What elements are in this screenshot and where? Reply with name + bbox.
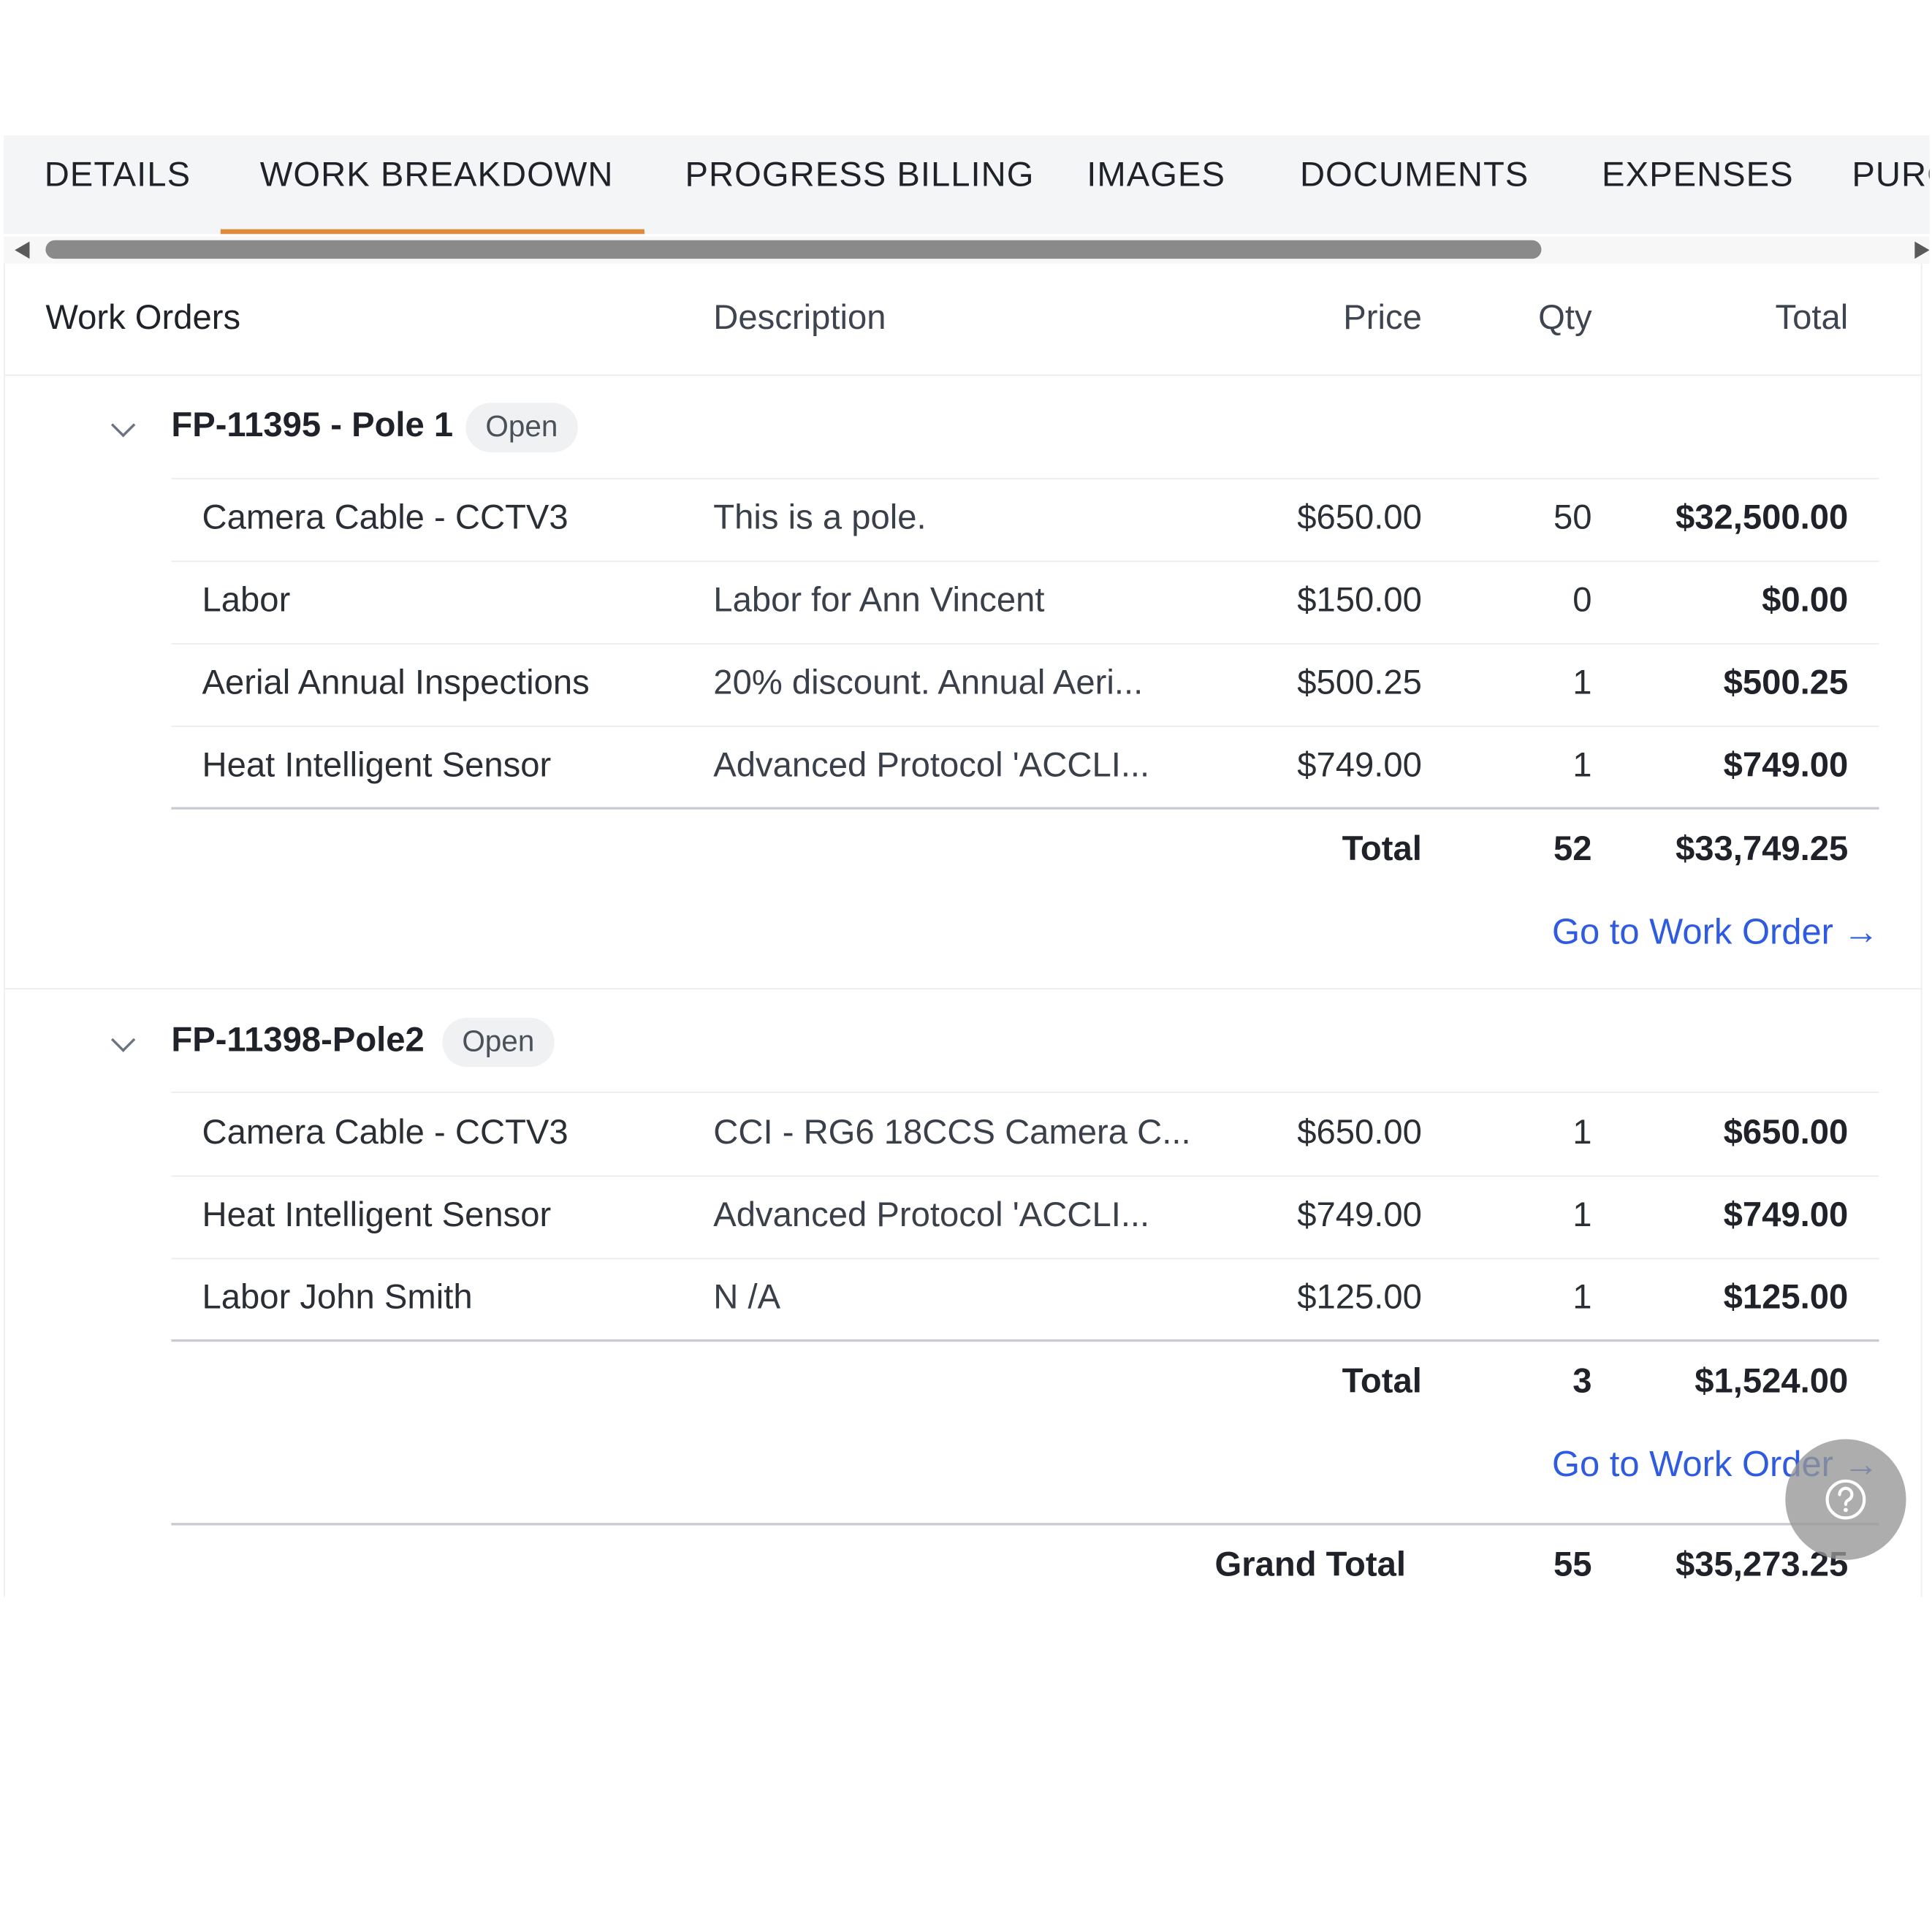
item-total: $500.25 xyxy=(1723,663,1849,701)
tab-images[interactable]: IMAGES xyxy=(1087,135,1225,234)
work-order-title: FP-11398-Pole2 xyxy=(171,1020,425,1059)
help-circle-icon xyxy=(1825,1479,1866,1520)
item-description: Advanced Protocol 'ACCLI... xyxy=(713,1195,1150,1233)
column-header-description: Description xyxy=(713,298,886,337)
subtotal-divider xyxy=(171,1339,1879,1342)
column-header-total: Total xyxy=(1775,298,1849,337)
item-price: $749.00 xyxy=(1297,745,1422,784)
item-qty: 1 xyxy=(1572,663,1592,701)
column-header-qty: Qty xyxy=(1538,298,1592,337)
column-header-price: Price xyxy=(1343,298,1422,337)
column-header-work-orders: Work Orders xyxy=(45,298,241,337)
item-qty: 1 xyxy=(1572,1195,1592,1233)
item-description: CCI - RG6 18CCS Camera C... xyxy=(713,1112,1191,1151)
scrollbar-thumb[interactable] xyxy=(45,240,1542,259)
status-badge: Open xyxy=(465,403,578,452)
item-total: $749.00 xyxy=(1723,745,1849,784)
item-description: N /A xyxy=(713,1277,781,1316)
tab-purchase-orders[interactable]: PURC xyxy=(1852,135,1929,234)
work-breakdown-page: DETAILS WORK BREAKDOWN PROGRESS BILLING … xyxy=(0,0,1932,1932)
item-total: $125.00 xyxy=(1723,1277,1849,1316)
item-name: Labor xyxy=(202,580,291,619)
item-qty: 1 xyxy=(1572,1277,1592,1316)
item-price: $150.00 xyxy=(1297,580,1422,619)
item-description: This is a pole. xyxy=(713,498,927,536)
item-description: Advanced Protocol 'ACCLI... xyxy=(713,745,1150,784)
grand-total-label: Grand Total xyxy=(1214,1545,1406,1583)
item-qty: 50 xyxy=(1553,498,1592,536)
go-to-work-order-link[interactable]: Go to Work Order → xyxy=(1483,913,1879,954)
tab-work-breakdown[interactable]: WORK BREAKDOWN xyxy=(220,135,644,235)
tab-details[interactable]: DETAILS xyxy=(45,135,191,234)
item-description: 20% discount. Annual Aeri... xyxy=(713,663,1144,701)
tab-bar: DETAILS WORK BREAKDOWN PROGRESS BILLING … xyxy=(4,135,1930,235)
item-qty: 1 xyxy=(1572,745,1592,784)
header-divider xyxy=(4,374,1921,376)
status-badge: Open xyxy=(442,1017,555,1068)
item-total: $32,500.00 xyxy=(1675,498,1849,536)
item-qty: 0 xyxy=(1572,580,1592,619)
row-divider xyxy=(171,1091,1879,1093)
grand-total-divider xyxy=(171,1523,1879,1526)
row-divider xyxy=(171,726,1879,727)
item-description: Labor for Ann Vincent xyxy=(713,580,1045,619)
subtotal-amount: $33,749.25 xyxy=(1675,829,1849,868)
subtotal-label: Total xyxy=(1342,1361,1422,1400)
tab-expenses[interactable]: EXPENSES xyxy=(1602,135,1794,234)
item-qty: 1 xyxy=(1572,1112,1592,1151)
item-price: $500.25 xyxy=(1297,663,1422,701)
item-price: $650.00 xyxy=(1297,498,1422,536)
item-total: $749.00 xyxy=(1723,1195,1849,1233)
help-button[interactable] xyxy=(1785,1439,1906,1560)
item-total: $0.00 xyxy=(1762,580,1849,619)
item-name: Heat Intelligent Sensor xyxy=(202,745,552,784)
item-price: $125.00 xyxy=(1297,1277,1422,1316)
scroll-left-arrow-icon[interactable] xyxy=(15,241,30,259)
item-name: Aerial Annual Inspections xyxy=(202,663,590,701)
subtotal-qty: 3 xyxy=(1572,1361,1592,1400)
item-name: Heat Intelligent Sensor xyxy=(202,1195,552,1233)
group-divider xyxy=(4,988,1921,990)
row-divider xyxy=(171,1258,1879,1260)
row-divider xyxy=(171,478,1879,479)
row-divider xyxy=(171,1175,1879,1177)
grand-total-qty: 55 xyxy=(1553,1545,1592,1583)
subtotal-label: Total xyxy=(1342,829,1422,868)
tab-scrollbar[interactable] xyxy=(4,236,1930,264)
item-name: Labor John Smith xyxy=(202,1277,473,1316)
work-order-title: FP-11395 - Pole 1 xyxy=(171,405,454,444)
subtotal-amount: $1,524.00 xyxy=(1695,1361,1849,1400)
tab-progress-billing[interactable]: PROGRESS BILLING xyxy=(685,135,1035,234)
subtotal-qty: 52 xyxy=(1553,829,1592,868)
item-price: $749.00 xyxy=(1297,1195,1422,1233)
item-price: $650.00 xyxy=(1297,1112,1422,1151)
subtotal-divider xyxy=(171,807,1879,810)
row-divider xyxy=(171,560,1879,562)
work-orders-table: Work Orders Description Price Qty Total … xyxy=(4,263,1923,1597)
row-divider xyxy=(171,643,1879,644)
item-name: Camera Cable - CCTV3 xyxy=(202,1112,568,1151)
chevron-down-icon[interactable] xyxy=(110,413,136,438)
item-name: Camera Cable - CCTV3 xyxy=(202,498,568,536)
scroll-right-arrow-icon[interactable] xyxy=(1914,241,1930,259)
item-total: $650.00 xyxy=(1723,1112,1849,1151)
tab-documents[interactable]: DOCUMENTS xyxy=(1300,135,1529,234)
chevron-down-icon[interactable] xyxy=(110,1027,136,1052)
